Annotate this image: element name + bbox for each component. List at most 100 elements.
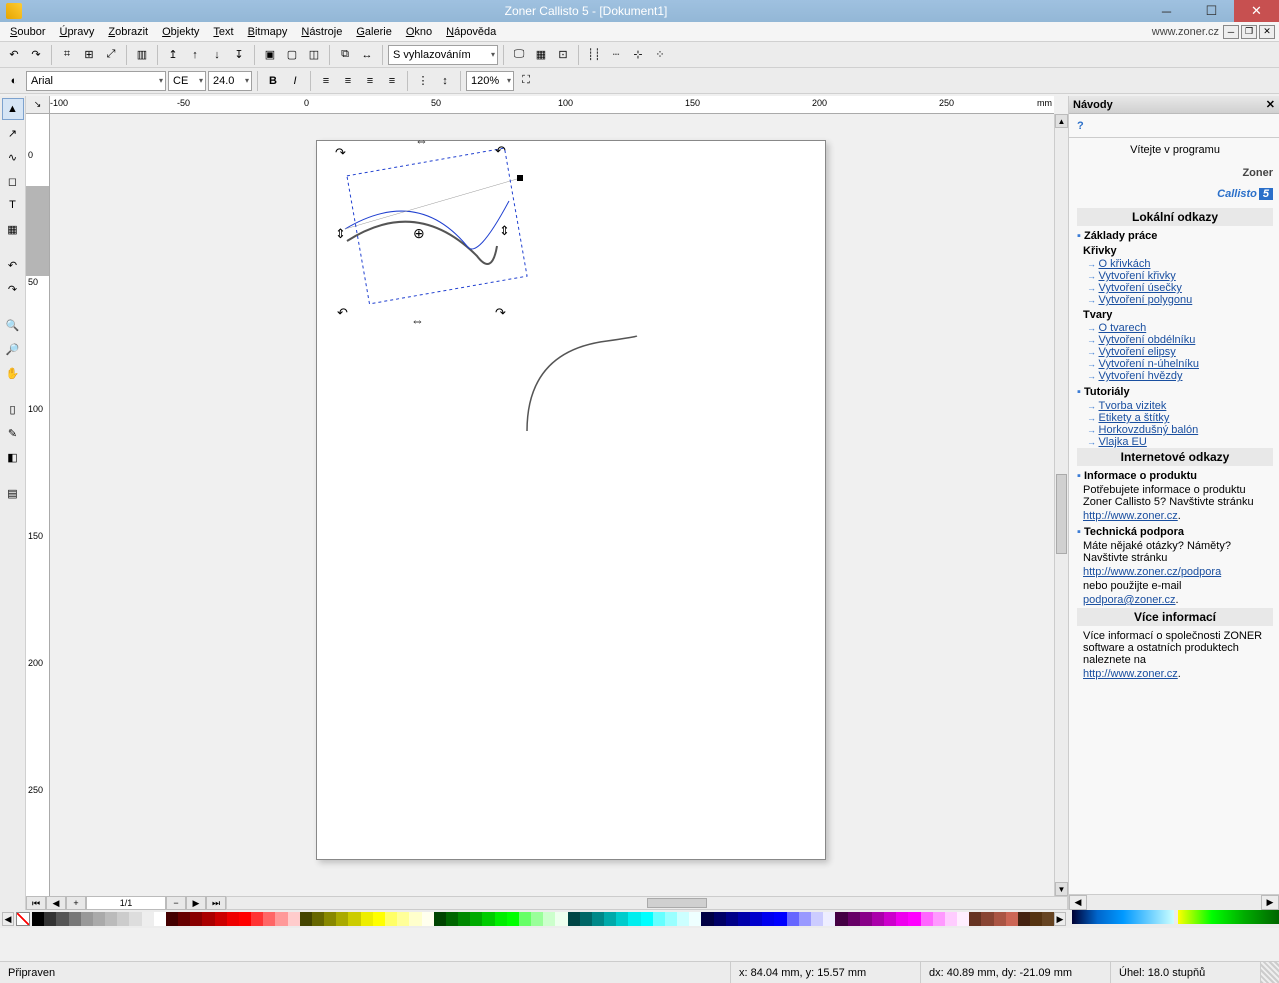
distribute-v-icon[interactable]: ┈	[606, 45, 626, 65]
color-swatch[interactable]	[628, 912, 640, 926]
canvas[interactable]: ↷ ⇔ ↶ ⇕ ⇕ ↶ ⇔ ↷ ⊕	[50, 114, 1054, 896]
select-tool-icon[interactable]: ▲	[2, 98, 24, 120]
shape-edit-tool-icon[interactable]: ↗	[2, 122, 24, 144]
bring-front-icon[interactable]: ↑	[185, 45, 205, 65]
send-back-icon[interactable]: ↓	[207, 45, 227, 65]
snap-icon[interactable]: ⌗	[57, 45, 77, 65]
skew-handle-icon[interactable]: ⇔	[411, 313, 424, 328]
show-guides-icon[interactable]: ⊡	[553, 45, 573, 65]
color-swatch[interactable]	[787, 912, 799, 926]
color-swatch[interactable]	[154, 912, 166, 926]
guide-link[interactable]: Horkovzdušný balón	[1099, 424, 1199, 436]
distribute-h-icon[interactable]: ┊┊	[584, 45, 604, 65]
color-swatch[interactable]	[519, 912, 531, 926]
color-swatch[interactable]	[823, 912, 835, 926]
color-swatch[interactable]	[738, 912, 750, 926]
color-swatch[interactable]	[969, 912, 981, 926]
outline-preview[interactable]	[1178, 910, 1279, 924]
guide-link[interactable]: O tvarech	[1099, 322, 1147, 334]
color-swatch[interactable]	[811, 912, 823, 926]
color-swatch[interactable]	[166, 912, 178, 926]
color-swatch[interactable]	[312, 912, 324, 926]
align-icon[interactable]: ⊹	[628, 45, 648, 65]
guide-link[interactable]: Tvorba vizitek	[1099, 400, 1167, 412]
color-swatch[interactable]	[202, 912, 214, 926]
color-swatch[interactable]	[458, 912, 470, 926]
homepage-link[interactable]: www.zoner.cz	[1152, 26, 1219, 38]
zoom-in-tool-icon[interactable]: 🔍	[2, 314, 24, 336]
zoom-out-tool-icon[interactable]: 🔎	[2, 338, 24, 360]
table-tool-icon[interactable]: ▦	[2, 218, 24, 240]
rotate-handle-icon[interactable]: ↷	[335, 145, 346, 161]
resize-grip-icon[interactable]	[1261, 962, 1279, 983]
color-swatch[interactable]	[994, 912, 1006, 926]
panel-header[interactable]: Návody ✕	[1069, 96, 1279, 114]
menu-objekty[interactable]: Objekty	[156, 24, 205, 40]
page-tool-icon[interactable]: ▯	[2, 398, 24, 420]
guide-link[interactable]: Etikety a štítky	[1099, 412, 1170, 424]
mdi-minimize-button[interactable]: ─	[1223, 25, 1239, 39]
monitor-icon[interactable]: 🖵	[509, 45, 529, 65]
color-swatch[interactable]	[884, 912, 896, 926]
color-swatch[interactable]	[32, 912, 44, 926]
group-icon[interactable]: ▣	[260, 45, 280, 65]
menu-okno[interactable]: Okno	[400, 24, 438, 40]
fill-preview[interactable]	[1072, 910, 1174, 924]
skew-handle-icon[interactable]: ⇔	[415, 133, 428, 148]
anchor-point-icon[interactable]	[517, 175, 523, 181]
color-swatch[interactable]	[385, 912, 397, 926]
color-swatch[interactable]	[726, 912, 738, 926]
rotate-handle-icon[interactable]: ↶	[337, 305, 348, 321]
color-swatch[interactable]	[531, 912, 543, 926]
color-swatch[interactable]	[251, 912, 263, 926]
guide-link[interactable]: Vytvoření křivky	[1099, 270, 1176, 282]
menu-nápověda[interactable]: Nápověda	[440, 24, 502, 40]
redo-icon[interactable]: ↷	[26, 45, 46, 65]
skew-handle-icon[interactable]: ⇕	[499, 223, 510, 239]
color-swatch[interactable]	[300, 912, 312, 926]
first-page-button[interactable]: ⏮	[26, 896, 46, 910]
combine-icon[interactable]: ◫	[304, 45, 324, 65]
pivot-center-icon[interactable]: ⊕	[413, 225, 425, 242]
color-swatch[interactable]	[921, 912, 933, 926]
menu-úpravy[interactable]: Úpravy	[53, 24, 100, 40]
minimize-button[interactable]: ─	[1144, 0, 1189, 22]
menu-galerie[interactable]: Galerie	[350, 24, 397, 40]
panel-close-icon[interactable]: ✕	[1266, 98, 1275, 111]
color-swatch[interactable]	[117, 912, 129, 926]
menu-zobrazit[interactable]: Zobrazit	[102, 24, 154, 40]
layers-tool-icon[interactable]: ▤	[2, 482, 24, 504]
color-swatch[interactable]	[908, 912, 920, 926]
maximize-button[interactable]: ☐	[1189, 0, 1234, 22]
line-spacing-icon[interactable]: ↕	[435, 71, 455, 91]
color-swatch[interactable]	[1042, 912, 1054, 926]
color-swatch[interactable]	[239, 912, 251, 926]
color-swatch[interactable]	[324, 912, 336, 926]
guide-link[interactable]: Vlajka EU	[1099, 436, 1147, 448]
resize-icon[interactable]: ↔	[357, 45, 377, 65]
add-page-button[interactable]: +	[66, 896, 86, 910]
guide-link[interactable]: Vytvoření n-úhelníku	[1099, 358, 1199, 370]
justify-icon[interactable]: ≡	[382, 71, 402, 91]
color-swatch[interactable]	[714, 912, 726, 926]
menu-soubor[interactable]: Soubor	[4, 24, 51, 40]
rotate-handle-icon[interactable]: ↶	[495, 143, 506, 159]
color-swatch[interactable]	[263, 912, 275, 926]
charset-combo[interactable]: CE	[168, 71, 206, 91]
palette-next-button[interactable]: ▶	[1054, 912, 1066, 926]
color-swatch[interactable]	[568, 912, 580, 926]
antialias-combo[interactable]: S vyhlazováním	[388, 45, 498, 65]
product-link[interactable]: http://www.zoner.cz	[1083, 510, 1178, 522]
color-swatch[interactable]	[580, 912, 592, 926]
align-right-icon[interactable]: ≡	[360, 71, 380, 91]
horizontal-scrollbar[interactable]	[226, 896, 1068, 910]
color-swatch[interactable]	[336, 912, 348, 926]
color-swatch[interactable]	[507, 912, 519, 926]
color-swatch[interactable]	[129, 912, 141, 926]
snap-points-icon[interactable]: ⁘	[650, 45, 670, 65]
undo-tool-icon[interactable]: ↶	[2, 254, 24, 276]
prev-page-button[interactable]: ◀	[46, 896, 66, 910]
pen-tool-icon[interactable]: ✎	[2, 422, 24, 444]
color-swatch[interactable]	[215, 912, 227, 926]
color-swatch[interactable]	[470, 912, 482, 926]
